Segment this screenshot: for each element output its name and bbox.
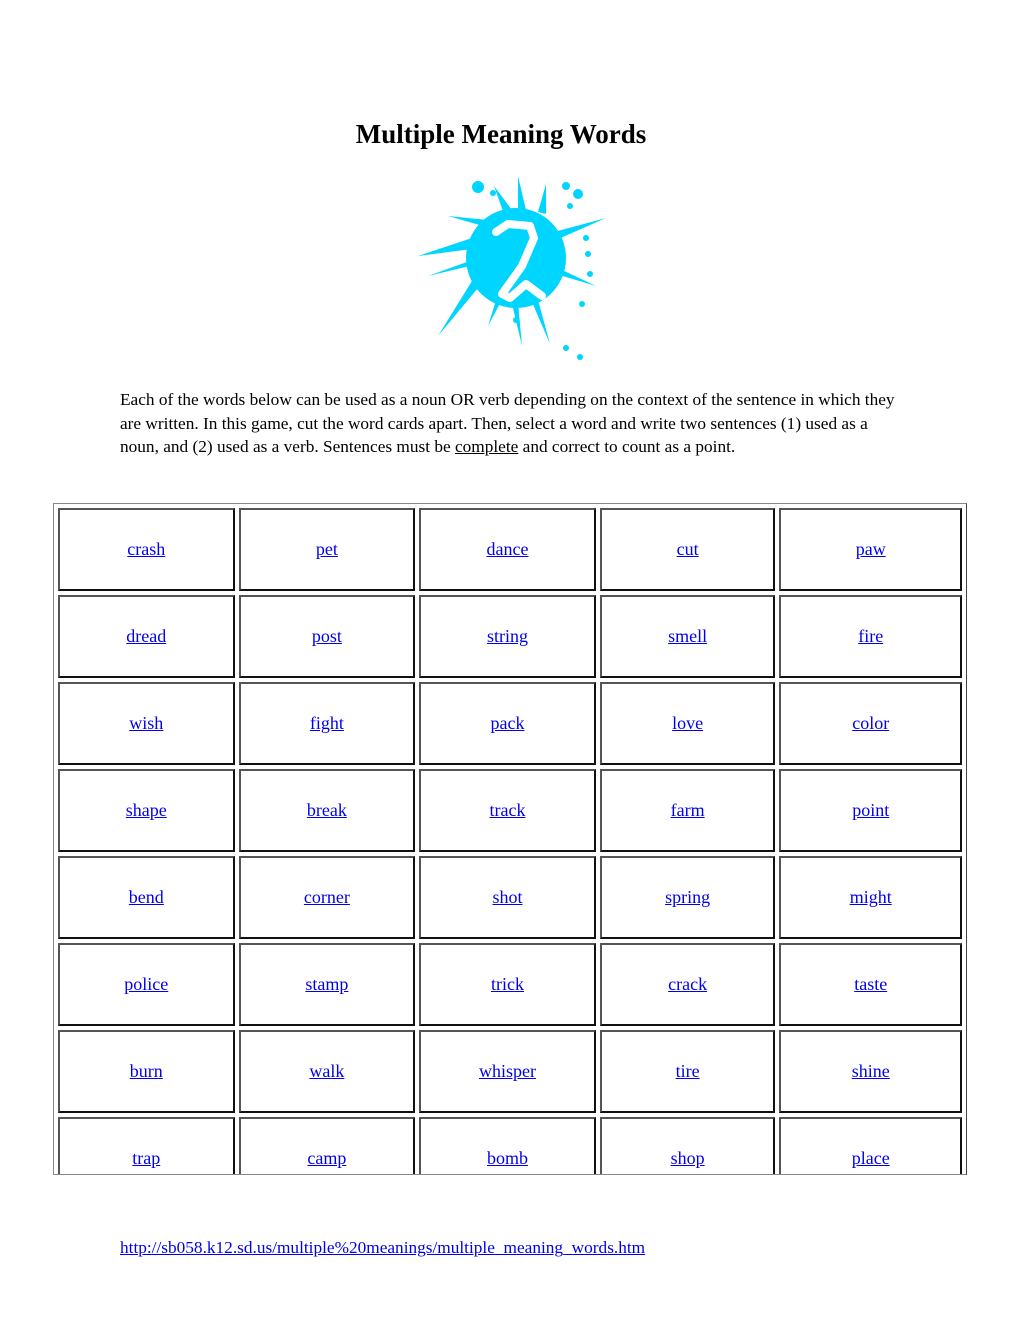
- word-card: break: [238, 769, 416, 852]
- word-link[interactable]: smell: [668, 626, 707, 646]
- word-link[interactable]: shot: [492, 887, 522, 907]
- word-row: wish fight pack love color: [58, 682, 962, 765]
- word-card: fire: [779, 595, 962, 678]
- word-link[interactable]: tire: [676, 1061, 700, 1081]
- word-row: crash pet dance cut paw: [58, 508, 962, 591]
- source-link[interactable]: http://sb058.k12.sd.us/multiple%20meanin…: [120, 1238, 645, 1258]
- word-card: bomb: [419, 1117, 596, 1175]
- word-card: walk: [238, 1030, 416, 1113]
- word-grid: crash pet dance cut paw dread post string smell f…: [58, 508, 962, 1175]
- word-link[interactable]: fight: [310, 713, 344, 733]
- word-link[interactable]: trap: [132, 1148, 160, 1168]
- word-card: shape: [58, 769, 235, 852]
- word-row: police stamp trick crack taste: [58, 943, 962, 1026]
- word-link[interactable]: cut: [677, 539, 699, 559]
- word-row: bend corner shot spring might: [58, 856, 962, 939]
- word-link[interactable]: place: [852, 1148, 890, 1168]
- instructions-paragraph: Each of the words below can be used as a…: [120, 388, 900, 459]
- word-card: pet: [238, 508, 416, 591]
- word-link[interactable]: dance: [487, 539, 529, 559]
- word-card: color: [779, 682, 962, 765]
- word-link[interactable]: might: [850, 887, 892, 907]
- word-card: corner: [238, 856, 416, 939]
- word-link[interactable]: bend: [129, 887, 164, 907]
- word-link[interactable]: love: [672, 713, 703, 733]
- word-link[interactable]: point: [852, 800, 889, 820]
- word-link[interactable]: trick: [491, 974, 524, 994]
- word-link[interactable]: shape: [126, 800, 167, 820]
- word-link[interactable]: shine: [852, 1061, 890, 1081]
- word-card: taste: [779, 943, 962, 1026]
- word-link[interactable]: camp: [307, 1148, 346, 1168]
- word-card: point: [779, 769, 962, 852]
- word-link[interactable]: stamp: [305, 974, 348, 994]
- word-card: whisper: [419, 1030, 596, 1113]
- word-card: might: [779, 856, 962, 939]
- word-card: wish: [58, 682, 235, 765]
- word-link[interactable]: crack: [668, 974, 707, 994]
- word-link[interactable]: corner: [304, 887, 350, 907]
- word-card: love: [599, 682, 776, 765]
- word-link[interactable]: pack: [491, 713, 525, 733]
- instructions-underlined-word: complete: [454, 437, 519, 456]
- word-link[interactable]: burn: [130, 1061, 163, 1081]
- word-card: stamp: [238, 943, 416, 1026]
- word-card: police: [58, 943, 235, 1026]
- word-card: camp: [238, 1117, 416, 1175]
- paint-splat-number-2-icon: [418, 176, 606, 360]
- word-card: crack: [599, 943, 776, 1026]
- word-card: crash: [58, 508, 235, 591]
- page-title: Multiple Meaning Words: [355, 119, 647, 149]
- word-link[interactable]: spring: [665, 887, 710, 907]
- word-card: pack: [419, 682, 596, 765]
- word-link[interactable]: post: [312, 626, 342, 646]
- word-card: paw: [779, 508, 962, 591]
- word-card: dread: [58, 595, 235, 678]
- word-link[interactable]: dread: [126, 626, 166, 646]
- word-row: trap camp bomb shop place: [58, 1117, 962, 1175]
- word-row: burn walk whisper tire shine: [58, 1030, 962, 1113]
- word-link[interactable]: string: [487, 626, 528, 646]
- word-link[interactable]: wish: [129, 713, 163, 733]
- word-row: dread post string smell fire: [58, 595, 962, 678]
- word-link[interactable]: crash: [127, 539, 165, 559]
- word-link[interactable]: walk: [309, 1061, 344, 1081]
- word-card: shot: [419, 856, 596, 939]
- word-card: dance: [419, 508, 596, 591]
- word-card: post: [238, 595, 416, 678]
- word-link[interactable]: police: [124, 974, 168, 994]
- word-link[interactable]: break: [307, 800, 347, 820]
- word-row: shape break track farm point: [58, 769, 962, 852]
- word-card: burn: [58, 1030, 235, 1113]
- word-card: cut: [599, 508, 776, 591]
- instructions-text-end: and correct to count as a point.: [518, 437, 736, 456]
- word-card: shine: [779, 1030, 962, 1113]
- word-card: smell: [599, 595, 776, 678]
- word-card: trap: [58, 1117, 235, 1175]
- word-card: bend: [58, 856, 235, 939]
- word-link[interactable]: farm: [671, 800, 705, 820]
- word-card: tire: [599, 1030, 776, 1113]
- word-card: string: [419, 595, 596, 678]
- word-card: trick: [419, 943, 596, 1026]
- word-card: track: [419, 769, 596, 852]
- word-card: farm: [599, 769, 776, 852]
- word-link[interactable]: bomb: [487, 1148, 528, 1168]
- word-link[interactable]: whisper: [479, 1061, 536, 1081]
- word-card: fight: [238, 682, 416, 765]
- word-link[interactable]: fire: [858, 626, 883, 646]
- word-card: place: [779, 1117, 962, 1175]
- word-cards-table: crash pet dance cut paw dread post string smell f…: [53, 503, 967, 1175]
- word-card: shop: [599, 1117, 776, 1175]
- word-link[interactable]: pet: [316, 539, 338, 559]
- word-card: spring: [599, 856, 776, 939]
- word-link[interactable]: paw: [856, 539, 886, 559]
- word-link[interactable]: color: [852, 713, 889, 733]
- word-link[interactable]: taste: [854, 974, 887, 994]
- word-link[interactable]: track: [490, 800, 526, 820]
- word-link[interactable]: shop: [671, 1148, 705, 1168]
